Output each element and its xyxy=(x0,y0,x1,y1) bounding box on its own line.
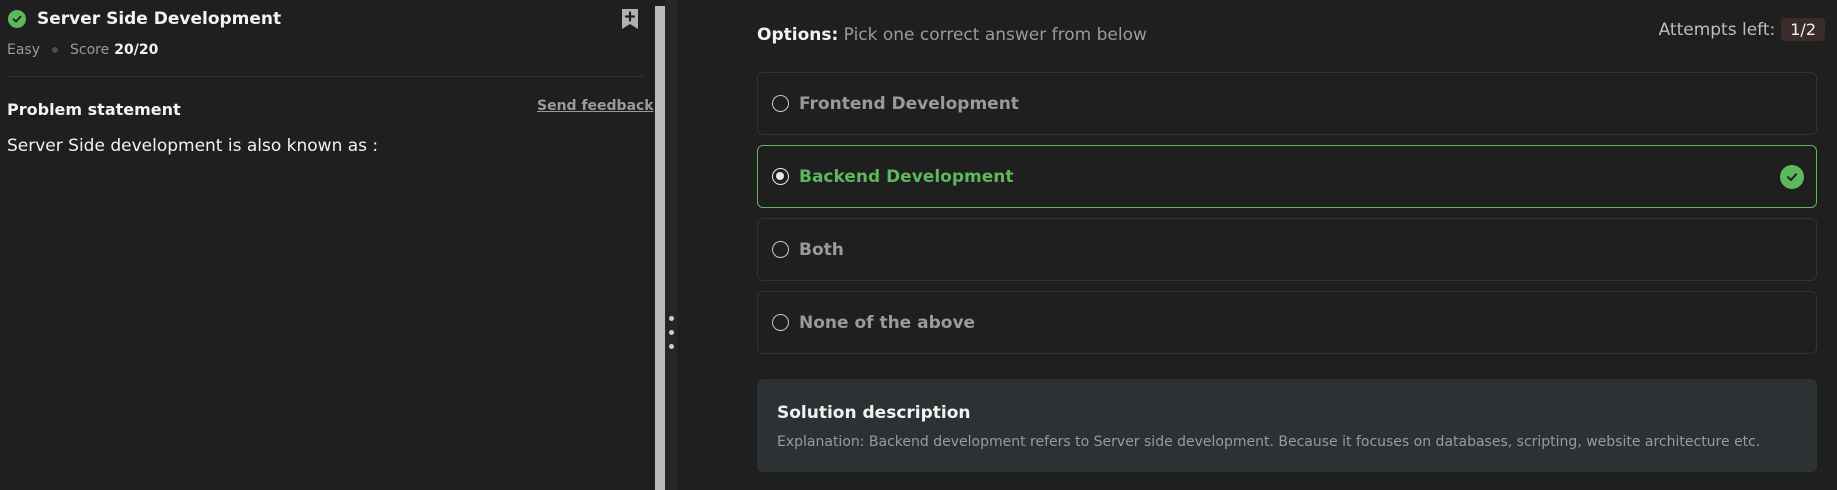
attempts-badge: 1/2 xyxy=(1781,18,1825,41)
option-both[interactable]: Both xyxy=(757,218,1817,281)
panel-resizer[interactable] xyxy=(665,0,677,490)
option-label: Backend Development xyxy=(799,166,1014,187)
app-root: Server Side Development Easy Score 20/20… xyxy=(0,0,1837,490)
problem-header: Server Side Development xyxy=(8,8,281,30)
option-label: Frontend Development xyxy=(799,93,1019,114)
options-panel: Options: Pick one correct answer from be… xyxy=(677,0,1837,490)
option-frontend[interactable]: Frontend Development xyxy=(757,72,1817,135)
options-heading-text: Pick one correct answer from below xyxy=(838,25,1147,45)
solution-heading: Solution description xyxy=(777,403,971,423)
divider xyxy=(7,76,643,77)
problem-statement-heading: Problem statement xyxy=(7,100,181,119)
options-heading: Options: Pick one correct answer from be… xyxy=(757,25,1147,45)
solution-text: Explanation: Backend development refers … xyxy=(777,434,1761,450)
solution-card: Solution description Explanation: Backen… xyxy=(757,379,1817,472)
correct-check-icon xyxy=(1780,165,1804,189)
radio-button[interactable] xyxy=(772,241,789,258)
option-label: Both xyxy=(799,239,844,260)
radio-button[interactable] xyxy=(772,95,789,112)
score-value: 20/20 xyxy=(114,42,159,58)
meta-separator xyxy=(52,47,59,53)
score-label: Score xyxy=(70,42,110,58)
bookmark-add-icon[interactable] xyxy=(620,8,640,30)
option-label: None of the above xyxy=(799,312,976,333)
attempts-label: Attempts left: xyxy=(1658,19,1776,40)
attempts-counter: Attempts left: 1/2 xyxy=(1659,18,1825,41)
problem-meta: Easy Score 20/20 xyxy=(7,42,158,58)
problem-title: Server Side Development xyxy=(37,9,282,29)
send-feedback-link[interactable]: Send feedback xyxy=(537,98,654,114)
radio-button-selected[interactable] xyxy=(772,168,789,185)
options-heading-bold: Options: xyxy=(757,25,839,45)
difficulty-label: Easy xyxy=(7,42,41,58)
option-backend[interactable]: Backend Development xyxy=(757,145,1817,208)
question-text: Server Side development is also known as… xyxy=(7,136,379,156)
radio-button[interactable] xyxy=(772,314,789,331)
solved-check-icon xyxy=(8,10,26,28)
drag-handle-icon[interactable] xyxy=(669,316,675,354)
option-none[interactable]: None of the above xyxy=(757,291,1817,354)
problem-panel: Server Side Development Easy Score 20/20… xyxy=(0,0,655,490)
left-panel-scrollbar[interactable] xyxy=(655,6,665,490)
